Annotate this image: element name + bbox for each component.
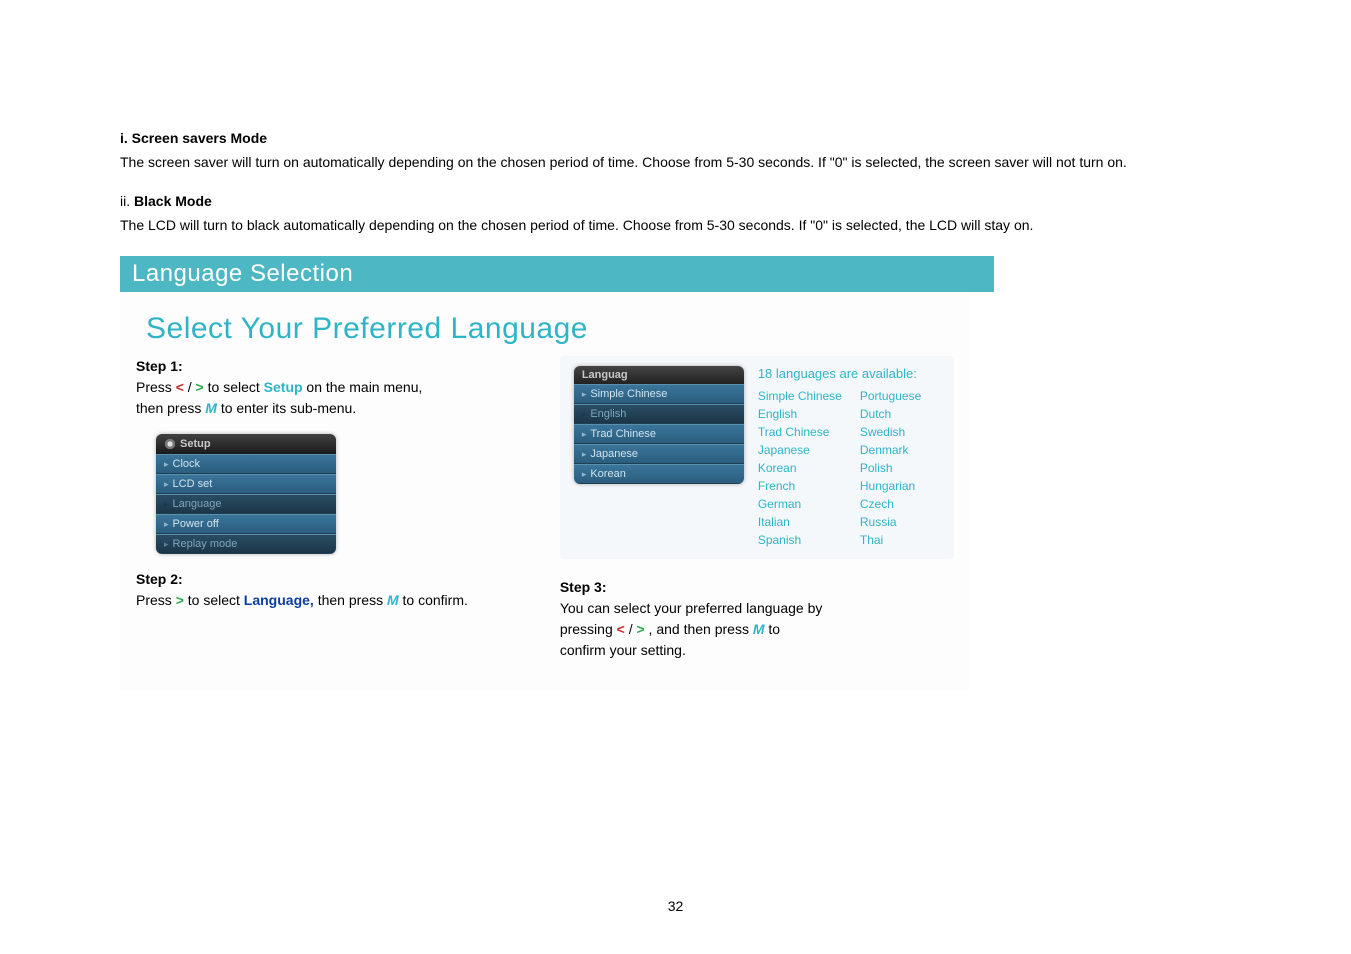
step1-label: Step 1: [136, 358, 183, 374]
lt-icon: < [176, 379, 184, 395]
step1-part2: to select [204, 379, 264, 395]
body-black-mode: The LCD will turn to black automatically… [120, 215, 1231, 236]
two-column-layout: Step 1: Press < / > to select Setup on t… [136, 356, 954, 661]
avail-lang: Trad Chinese [758, 423, 842, 441]
heading-text: Black Mode [134, 193, 212, 209]
step2-part3: then press [314, 592, 387, 608]
avail-lang: Czech [860, 495, 921, 513]
step3-line3: confirm your setting. [560, 642, 686, 658]
menu-item-clock[interactable]: Clock [156, 454, 336, 474]
heading-black-mode: ii. Black Mode [120, 193, 1231, 209]
select-language-title: Select Your Preferred Language [146, 312, 954, 346]
avail-lang: Spanish [758, 531, 842, 549]
step1-line2a: then press [136, 400, 205, 416]
lang-item-korean[interactable]: Korean [574, 464, 744, 484]
lt-icon: < [617, 621, 625, 637]
avail-lang: French [758, 477, 842, 495]
avail-lang: Russia [860, 513, 921, 531]
language-keyword: Language, [244, 592, 314, 608]
menu-item-power-off[interactable]: Power off [156, 514, 336, 534]
avail-lang: Hungarian [860, 477, 921, 495]
step3-part1: pressing [560, 621, 617, 637]
step1-slash: / [184, 379, 196, 395]
step2-block: Step 2: Press > to select Language, then… [136, 569, 540, 611]
page-number: 32 [0, 898, 1351, 914]
avail-lang: Denmark [860, 441, 921, 459]
menu-item-language[interactable]: Language [156, 494, 336, 514]
page-container: i. Screen savers Mode The screen saver w… [0, 0, 1351, 954]
lang-item-japanese[interactable]: Japanese [574, 444, 744, 464]
step1-block: Step 1: Press < / > to select Setup on t… [136, 356, 540, 419]
menu-item-replay-mode[interactable]: Replay mode [156, 534, 336, 554]
avail-lang: Korean [758, 459, 842, 477]
heading-screen-savers: i. Screen savers Mode [120, 130, 1231, 146]
available-col1: Simple Chinese English Trad Chinese Japa… [758, 387, 842, 549]
right-column: Languag Simple Chinese English Trad Chin… [560, 356, 954, 661]
body-screen-savers: The screen saver will turn on automatica… [120, 152, 1231, 173]
lang-item-simple-chinese[interactable]: Simple Chinese [574, 384, 744, 404]
step2-part2: to select [184, 592, 244, 608]
lang-item-trad-chinese[interactable]: Trad Chinese [574, 424, 744, 444]
setup-menu-header: Setup [156, 434, 336, 454]
step1-part3: on the main menu, [303, 379, 423, 395]
m-icon: M [753, 621, 765, 637]
step2-part4: to confirm. [399, 592, 468, 608]
avail-lang: Italian [758, 513, 842, 531]
heading-prefix: ii. [120, 193, 134, 209]
language-panel: Languag Simple Chinese English Trad Chin… [560, 356, 954, 559]
step3-label: Step 3: [560, 579, 607, 595]
step3-block: Step 3: You can select your preferred la… [560, 577, 954, 661]
language-selection-banner: Language Selection [120, 256, 994, 292]
available-columns: Simple Chinese English Trad Chinese Japa… [758, 387, 921, 549]
step1-line2b: to enter its sub-menu. [217, 400, 356, 416]
avail-lang: English [758, 405, 842, 423]
step3-part3: to [765, 621, 781, 637]
lang-item-english[interactable]: English [574, 404, 744, 424]
setup-device-menu: Setup Clock LCD set Language Power off R… [156, 434, 336, 554]
menu-item-lcd-set[interactable]: LCD set [156, 474, 336, 494]
avail-lang: Japanese [758, 441, 842, 459]
avail-lang: Polish [860, 459, 921, 477]
language-content-block: Select Your Preferred Language Step 1: P… [120, 292, 970, 691]
avail-lang: Simple Chinese [758, 387, 842, 405]
step2-part1: Press [136, 592, 176, 608]
avail-lang: Dutch [860, 405, 921, 423]
available-col2: Portuguese Dutch Swedish Denmark Polish … [860, 387, 921, 549]
step3-slash: / [625, 621, 637, 637]
heading-text: i. Screen savers Mode [120, 130, 267, 146]
left-column: Step 1: Press < / > to select Setup on t… [136, 356, 540, 661]
step3-part2: , and then press [645, 621, 753, 637]
language-device-menu: Languag Simple Chinese English Trad Chin… [574, 366, 744, 484]
gt-icon: > [196, 379, 204, 395]
avail-lang: German [758, 495, 842, 513]
m-icon: M [205, 400, 217, 416]
avail-lang: Thai [860, 531, 921, 549]
step1-part1: Press [136, 379, 176, 395]
avail-lang: Swedish [860, 423, 921, 441]
step3-line1: You can select your preferred language b… [560, 600, 823, 616]
gear-icon [164, 438, 176, 450]
gt-icon: > [176, 592, 184, 608]
avail-lang: Portuguese [860, 387, 921, 405]
lang-menu-header: Languag [574, 366, 744, 384]
setup-keyword: Setup [264, 379, 303, 395]
gt-icon: > [636, 621, 644, 637]
available-caption: 18 languages are available: [758, 366, 921, 381]
setup-menu-header-text: Setup [180, 438, 211, 450]
step2-label: Step 2: [136, 571, 183, 587]
m-icon: M [387, 592, 399, 608]
available-languages-block: 18 languages are available: Simple Chine… [758, 366, 921, 549]
